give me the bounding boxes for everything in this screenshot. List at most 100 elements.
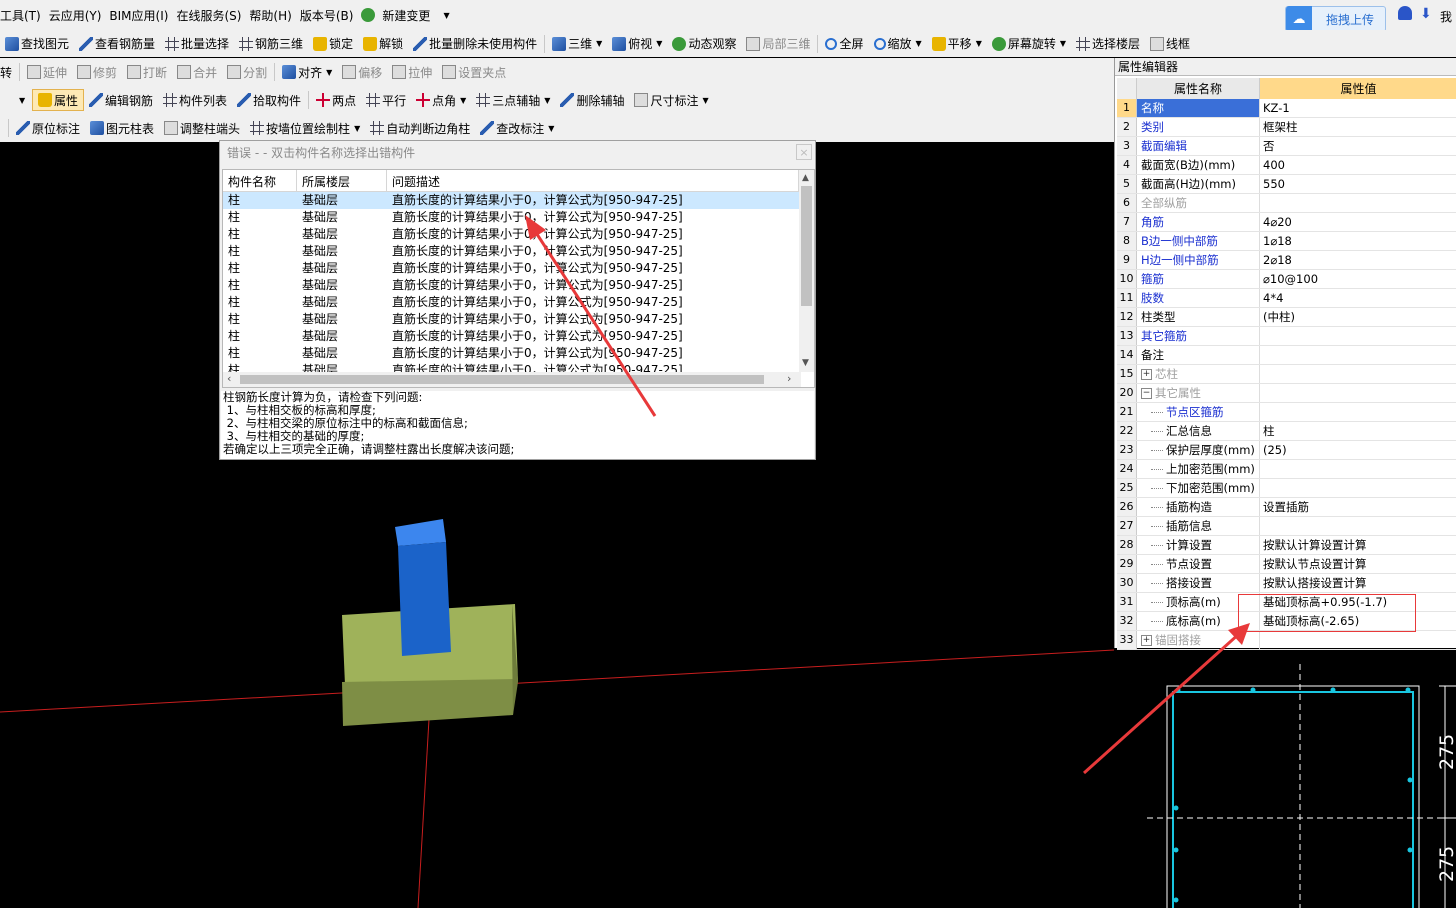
screen-rotate-button[interactable]: 屏幕旋转 ▼ [987, 32, 1071, 56]
local-3d-button[interactable]: 局部三维 [741, 32, 815, 56]
property-row[interactable]: 4 截面宽(B边)(mm) 400 [1117, 156, 1456, 175]
expand-icon[interactable]: + [1141, 368, 1152, 380]
zoom-button[interactable]: 缩放 ▼ [869, 32, 927, 56]
property-row[interactable]: 30 搭接设置 按默认搭接设置计算 [1117, 574, 1456, 593]
property-value[interactable]: 设置插筋 [1260, 498, 1456, 516]
lock-button[interactable]: 锁定 [308, 32, 358, 56]
3d-view-button[interactable]: 三维 ▼ [547, 32, 607, 56]
pick-component-button[interactable]: 拾取构件 [232, 88, 306, 112]
property-row[interactable]: 33 + 锚固搭接 [1117, 631, 1456, 650]
property-value[interactable]: 550 [1260, 175, 1456, 193]
point-angle-button[interactable]: 点角 ▼ [411, 88, 471, 112]
download-icon[interactable]: ⬇ [1420, 6, 1432, 22]
property-row[interactable]: 26 插筋构造 设置插筋 [1117, 498, 1456, 517]
property-row[interactable]: 11 肢数 4*4 [1117, 289, 1456, 308]
property-row[interactable]: 14 备注 [1117, 346, 1456, 365]
property-value[interactable] [1260, 327, 1456, 345]
find-element-button[interactable]: 查找图元 [0, 32, 74, 56]
rebar-3d-button[interactable]: 钢筋三维 [234, 32, 308, 56]
menu-online[interactable]: 在线服务(S) [172, 7, 245, 24]
table-row[interactable]: 柱 基础层 直筋长度的计算结果小于0，计算公式为[950-947-25] [223, 328, 814, 345]
property-value[interactable]: KZ-1 [1260, 99, 1456, 117]
vertical-scrollbar[interactable]: ▲ ▼ [799, 170, 814, 372]
property-value[interactable] [1260, 631, 1456, 649]
property-row[interactable]: 21 节点区箍筋 [1117, 403, 1456, 422]
top-right-label[interactable]: 我 [1440, 8, 1452, 25]
menu-bim[interactable]: BIM应用(I) [105, 7, 172, 24]
col-header-floor[interactable]: 所属楼层 [297, 170, 387, 191]
property-row[interactable]: 13 其它箍筋 [1117, 327, 1456, 346]
property-row[interactable]: 1 名称 KZ-1 [1117, 99, 1456, 118]
property-value[interactable] [1260, 194, 1456, 212]
property-row[interactable]: 24 上加密范围(mm) [1117, 460, 1456, 479]
property-value[interactable] [1260, 384, 1456, 402]
property-value[interactable]: 2⌀18 [1260, 251, 1456, 269]
property-row[interactable]: 3 截面编辑 否 [1117, 137, 1456, 156]
table-row[interactable]: 柱 基础层 直筋长度的计算结果小于0，计算公式为[950-947-25] [223, 277, 814, 294]
menu-new-change[interactable]: 新建变更 ▼ [357, 7, 457, 24]
batch-delete-button[interactable]: 批量删除未使用构件 [408, 32, 542, 56]
scroll-down-icon[interactable]: ▼ [802, 358, 809, 368]
property-value[interactable] [1260, 403, 1456, 421]
menu-tools[interactable]: 工具(T) [0, 7, 45, 24]
menu-help[interactable]: 帮助(H) [245, 7, 295, 24]
view-rebar-button[interactable]: 查看钢筋量 [74, 32, 160, 56]
in-place-label-button[interactable]: 原位标注 [11, 116, 85, 140]
parallel-button[interactable]: 平行 [361, 88, 411, 112]
scroll-right-icon[interactable]: › [787, 372, 791, 385]
offset-button[interactable]: 偏移 [337, 60, 387, 84]
break-button[interactable]: 打断 [122, 60, 172, 84]
property-value[interactable]: (中柱) [1260, 308, 1456, 326]
trim-button[interactable]: 修剪 [72, 60, 122, 84]
property-value[interactable]: 按默认搭接设置计算 [1260, 574, 1456, 592]
table-row[interactable]: 柱 基础层 直筋长度的计算结果小于0，计算公式为[950-947-25] [223, 209, 814, 226]
close-button[interactable]: × [796, 144, 812, 160]
property-value[interactable] [1260, 460, 1456, 478]
menu-cloud[interactable]: 云应用(Y) [45, 7, 106, 24]
edit-label-button[interactable]: 查改标注 ▼ [475, 116, 559, 140]
split-button[interactable]: 分割 [222, 60, 272, 84]
notification-icon[interactable] [1398, 6, 1412, 20]
unlock-button[interactable]: 解锁 [358, 32, 408, 56]
scroll-thumb[interactable] [801, 186, 812, 306]
two-point-button[interactable]: 两点 [311, 88, 361, 112]
property-row[interactable]: 10 箍筋 ⌀10@100 [1117, 270, 1456, 289]
three-point-axis-button[interactable]: 三点辅轴 ▼ [471, 88, 555, 112]
properties-button[interactable]: 属性 [32, 89, 85, 111]
property-row[interactable]: 25 下加密范围(mm) [1117, 479, 1456, 498]
component-list-button[interactable]: 构件列表 [158, 88, 232, 112]
edit-rebar-button[interactable]: 编辑钢筋 [84, 88, 158, 112]
table-row[interactable]: 柱 基础层 直筋长度的计算结果小于0，计算公式为[950-947-25] [223, 311, 814, 328]
property-value[interactable] [1260, 346, 1456, 364]
pan-button[interactable]: 平移 ▼ [927, 32, 987, 56]
property-value[interactable]: 4⌀20 [1260, 213, 1456, 231]
scroll-up-icon[interactable]: ▲ [802, 173, 809, 183]
property-row[interactable]: 8 B边一侧中部筋 1⌀18 [1117, 232, 1456, 251]
property-value[interactable]: 否 [1260, 137, 1456, 155]
property-row[interactable]: 29 节点设置 按默认节点设置计算 [1117, 555, 1456, 574]
property-value[interactable]: 柱 [1260, 422, 1456, 440]
upload-button[interactable]: ☁ 拖拽上传 [1285, 6, 1386, 32]
property-value[interactable]: 4*4 [1260, 289, 1456, 307]
rotate-button[interactable]: 转 [0, 60, 17, 84]
property-value[interactable] [1260, 479, 1456, 497]
property-value[interactable]: 1⌀18 [1260, 232, 1456, 250]
stretch-button[interactable]: 拉伸 [387, 60, 437, 84]
property-row[interactable]: 15 + 芯柱 [1117, 365, 1456, 384]
set-grip-button[interactable]: 设置夹点 [437, 60, 511, 84]
menu-version[interactable]: 版本号(B) [296, 7, 358, 24]
scroll-thumb-h[interactable] [240, 375, 764, 384]
align-button[interactable]: 对齐 ▼ [277, 60, 337, 84]
property-row[interactable]: 5 截面高(H边)(mm) 550 [1117, 175, 1456, 194]
section-view[interactable]: 275 275 [1117, 650, 1456, 908]
property-value[interactable]: ⌀10@100 [1260, 270, 1456, 288]
table-row[interactable]: 柱 基础层 直筋长度的计算结果小于0，计算公式为[950-947-25] [223, 192, 814, 209]
draw-column-by-wall-button[interactable]: 按墙位置绘制柱 ▼ [245, 116, 365, 140]
property-row[interactable]: 27 插筋信息 [1117, 517, 1456, 536]
auto-corner-column-button[interactable]: 自动判断边角柱 [365, 116, 475, 140]
adjust-column-end-button[interactable]: 调整柱端头 [159, 116, 245, 140]
table-row[interactable]: 柱 基础层 直筋长度的计算结果小于0，计算公式为[950-947-25] [223, 226, 814, 243]
property-row[interactable]: 2 类别 框架柱 [1117, 118, 1456, 137]
property-row[interactable]: 22 汇总信息 柱 [1117, 422, 1456, 441]
property-value[interactable]: 400 [1260, 156, 1456, 174]
